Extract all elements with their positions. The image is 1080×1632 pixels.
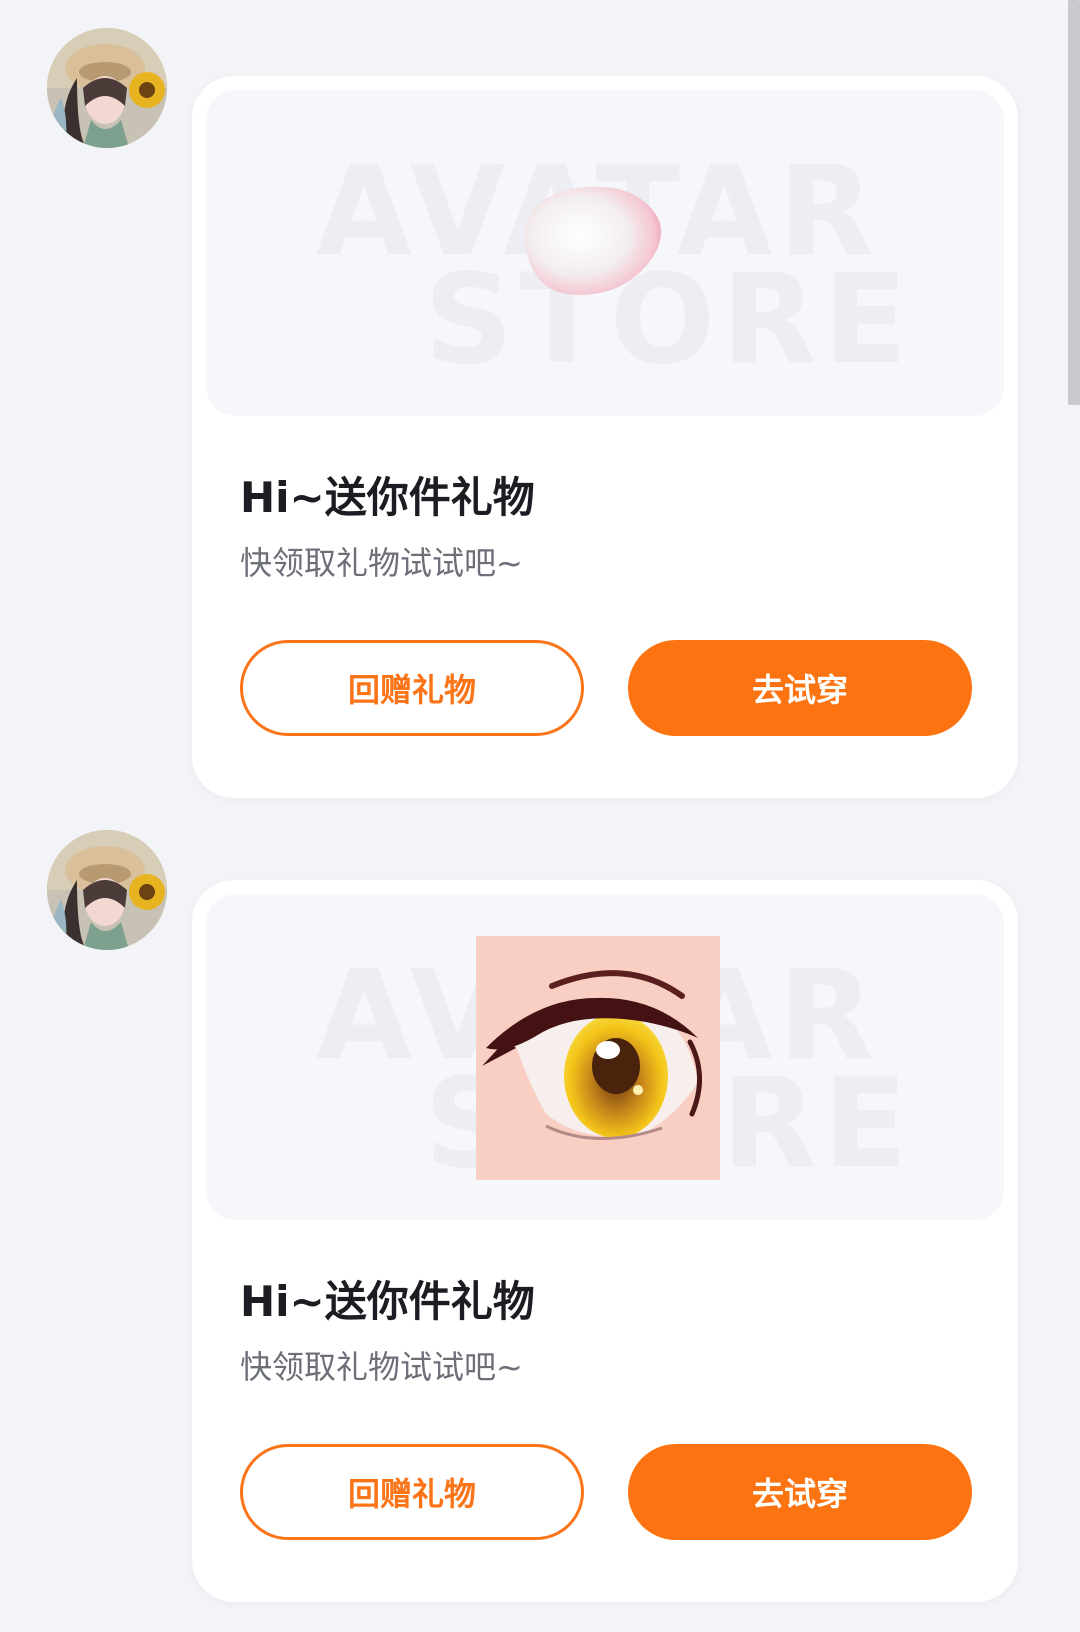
gift-title: Hi~送你件礼物 (240, 473, 535, 522)
gift-message: AVATAR STORE Hi~送你件礼物 快领取礼物试试吧~ (0, 0, 1040, 800)
eye-item-image (476, 936, 720, 1180)
gift-card: AVATAR STORE (192, 880, 1018, 1602)
gift-subtitle: 快领取礼物试试吧~ (240, 1348, 523, 1386)
gift-title: Hi~送你件礼物 (240, 1277, 535, 1326)
sender-avatar[interactable] (47, 830, 167, 950)
return-gift-button[interactable]: 回赠礼物 (240, 640, 584, 736)
try-on-button[interactable]: 去试穿 (628, 1444, 972, 1540)
gift-preview[interactable]: AVATAR STORE (206, 894, 1004, 1220)
avatar-image (47, 28, 167, 148)
scrollbar[interactable] (1068, 0, 1080, 405)
gift-card: AVATAR STORE Hi~送你件礼物 快领取礼物试试吧~ (192, 76, 1018, 798)
try-on-button[interactable]: 去试穿 (628, 640, 972, 736)
sender-avatar[interactable] (47, 28, 167, 148)
gift-message: AVATAR STORE (0, 802, 1040, 1602)
petal-item-image (524, 186, 662, 295)
chat-page: AVATAR STORE Hi~送你件礼物 快领取礼物试试吧~ (0, 0, 1080, 1632)
gift-subtitle: 快领取礼物试试吧~ (240, 544, 523, 582)
avatar-image (47, 830, 167, 950)
return-gift-button[interactable]: 回赠礼物 (240, 1444, 584, 1540)
gift-preview[interactable]: AVATAR STORE (206, 90, 1004, 416)
